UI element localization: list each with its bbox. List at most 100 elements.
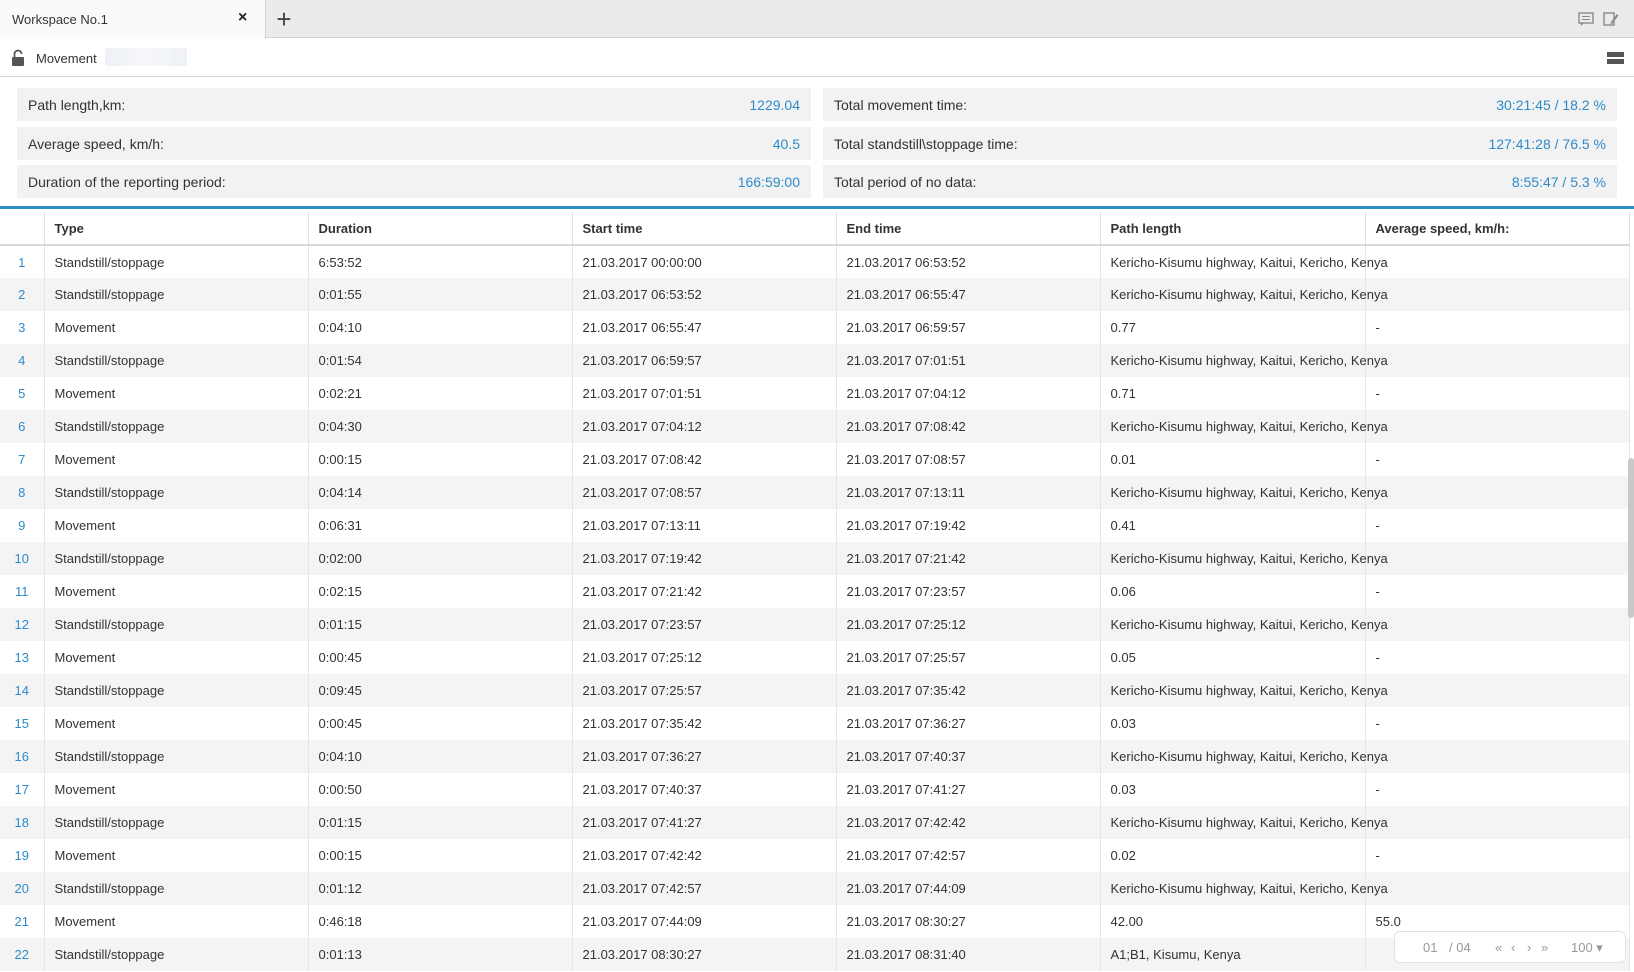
cell-start-time: 21.03.2017 07:08:42 [572, 443, 837, 476]
cell-duration: 0:01:54 [308, 344, 573, 377]
first-page-icon[interactable]: « [1495, 940, 1502, 955]
summary-label: Average speed, km/h: [28, 136, 164, 152]
cell-start-time: 21.03.2017 07:42:42 [572, 839, 837, 872]
row-index: 7 [0, 443, 45, 476]
table-row[interactable]: 7 Movement 0:00:15 21.03.2017 07:08:42 21.03… [0, 443, 1630, 476]
cell-duration: 0:04:10 [308, 740, 573, 773]
cell-path-length: 0.01 [1100, 443, 1366, 476]
cell-path-length: 0.05 [1100, 641, 1366, 674]
cell-start-time: 21.03.2017 07:25:12 [572, 641, 837, 674]
table-row[interactable]: 5 Movement 0:02:21 21.03.2017 07:01:51 21.03… [0, 377, 1630, 410]
column-header-duration[interactable]: Duration [308, 212, 573, 246]
table-row[interactable]: 3 Movement 0:04:10 21.03.2017 06:55:47 21.03… [0, 311, 1630, 344]
summary-label: Total standstill\stoppage time: [834, 136, 1018, 152]
row-index: 17 [0, 773, 45, 806]
unlock-icon[interactable] [11, 49, 25, 67]
vertical-scrollbar[interactable] [1628, 458, 1634, 618]
edit-note-icon[interactable] [1603, 12, 1621, 28]
cell-type: Standstill/stoppage [44, 410, 309, 443]
add-tab-button[interactable]: + [270, 2, 298, 36]
page-size-select[interactable]: 100 ▾ [1571, 940, 1603, 956]
table-row[interactable]: 8 Standstill/stoppage 0:04:14 21.03.2017 07… [0, 476, 1630, 509]
cell-path-length: Kericho-Kisumu highway, Kaitui, Kericho,… [1100, 806, 1388, 839]
cell-duration: 0:00:15 [308, 443, 573, 476]
cell-average-speed [1365, 245, 1630, 278]
cell-duration: 0:00:45 [308, 641, 573, 674]
summary-value: 1229.04 [749, 97, 800, 113]
cell-start-time: 21.03.2017 07:41:27 [572, 806, 837, 839]
table-row[interactable]: 16 Standstill/stoppage 0:04:10 21.03.2017 0… [0, 740, 1630, 773]
cell-path-length: Kericho-Kisumu highway, Kaitui, Kericho,… [1100, 278, 1388, 311]
cell-start-time: 21.03.2017 07:04:12 [572, 410, 837, 443]
cell-duration: 0:06:31 [308, 509, 573, 542]
cell-average-speed: - [1365, 707, 1630, 740]
column-header-path-length[interactable]: Path length [1100, 212, 1366, 246]
messages-icon[interactable] [1578, 12, 1596, 28]
row-index: 21 [0, 905, 45, 938]
cell-duration: 0:01:15 [308, 806, 573, 839]
row-index: 10 [0, 542, 45, 575]
movement-table-container[interactable]: Type Duration Start time End time Path l… [0, 212, 1634, 972]
table-row[interactable]: 9 Movement 0:06:31 21.03.2017 07:13:11 21.03… [0, 509, 1630, 542]
cell-type: Movement [44, 773, 309, 806]
table-row[interactable]: 1 Standstill/stoppage 6:53:52 21.03.2017 00… [0, 245, 1630, 278]
column-header-average-speed[interactable]: Average speed, km/h: [1365, 212, 1630, 246]
cell-start-time: 21.03.2017 07:25:57 [572, 674, 837, 707]
column-header-type[interactable]: Type [44, 212, 309, 246]
summary-label: Duration of the reporting period: [28, 174, 226, 190]
redacted-object-name [105, 48, 187, 66]
menu-icon[interactable] [1607, 52, 1624, 65]
cell-duration: 0:02:00 [308, 542, 573, 575]
last-page-icon[interactable]: » [1541, 940, 1548, 955]
cell-average-speed [1365, 740, 1630, 773]
cell-type: Standstill/stoppage [44, 278, 309, 311]
table-row[interactable]: 22 Standstill/stoppage 0:01:13 21.03.2017 0… [0, 938, 1630, 971]
column-header-start-time[interactable]: Start time [572, 212, 837, 246]
summary-panel: Path length,km: 1229.04 Average speed, k… [0, 78, 1634, 209]
row-index: 1 [0, 245, 45, 278]
cell-duration: 0:02:15 [308, 575, 573, 608]
current-page[interactable]: 01 [1423, 940, 1437, 955]
cell-start-time: 21.03.2017 07:42:57 [572, 872, 837, 905]
column-header-index[interactable] [0, 212, 45, 246]
table-row[interactable]: 12 Standstill/stoppage 0:01:15 21.03.2017 0… [0, 608, 1630, 641]
table-row[interactable]: 21 Movement 0:46:18 21.03.2017 07:44:09 21.0… [0, 905, 1630, 938]
cell-path-length: Kericho-Kisumu highway, Kaitui, Kericho,… [1100, 872, 1388, 905]
cell-type: Movement [44, 443, 309, 476]
cell-duration: 0:46:18 [308, 905, 573, 938]
cell-average-speed [1365, 476, 1630, 509]
table-row[interactable]: 2 Standstill/stoppage 0:01:55 21.03.2017 06… [0, 278, 1630, 311]
table-row[interactable]: 18 Standstill/stoppage 0:01:15 21.03.2017 0… [0, 806, 1630, 839]
cell-average-speed [1365, 278, 1630, 311]
prev-page-icon[interactable]: ‹ [1511, 940, 1515, 955]
cell-end-time: 21.03.2017 08:30:27 [836, 905, 1101, 938]
row-index: 15 [0, 707, 45, 740]
table-row[interactable]: 4 Standstill/stoppage 0:01:54 21.03.2017 06… [0, 344, 1630, 377]
column-header-end-time[interactable]: End time [836, 212, 1101, 246]
cell-average-speed [1365, 608, 1630, 641]
table-row[interactable]: 17 Movement 0:00:50 21.03.2017 07:40:37 21.0… [0, 773, 1630, 806]
next-page-icon[interactable]: › [1527, 940, 1531, 955]
cell-end-time: 21.03.2017 07:25:57 [836, 641, 1101, 674]
cell-duration: 0:04:30 [308, 410, 573, 443]
table-row[interactable]: 10 Standstill/stoppage 0:02:00 21.03.2017 0… [0, 542, 1630, 575]
cell-type: Standstill/stoppage [44, 608, 309, 641]
table-row[interactable]: 11 Movement 0:02:15 21.03.2017 07:21:42 21.0… [0, 575, 1630, 608]
table-row[interactable]: 13 Movement 0:00:45 21.03.2017 07:25:12 21.0… [0, 641, 1630, 674]
cell-path-length: 0.03 [1100, 707, 1366, 740]
table-header-row: Type Duration Start time End time Path l… [0, 212, 1630, 246]
cell-type: Standstill/stoppage [44, 740, 309, 773]
workspace-tab[interactable]: Workspace No.1 × [0, 0, 266, 39]
cell-path-length: Kericho-Kisumu highway, Kaitui, Kericho,… [1100, 542, 1388, 575]
cell-start-time: 21.03.2017 07:35:42 [572, 707, 837, 740]
table-row[interactable]: 19 Movement 0:00:15 21.03.2017 07:42:42 21.0… [0, 839, 1630, 872]
table-row[interactable]: 14 Standstill/stoppage 0:09:45 21.03.2017 0… [0, 674, 1630, 707]
table-row[interactable]: 15 Movement 0:00:45 21.03.2017 07:35:42 21.0… [0, 707, 1630, 740]
table-row[interactable]: 6 Standstill/stoppage 0:04:30 21.03.2017 07… [0, 410, 1630, 443]
table-row[interactable]: 20 Standstill/stoppage 0:01:12 21.03.2017 0… [0, 872, 1630, 905]
close-tab-icon[interactable]: × [238, 9, 247, 27]
cell-average-speed: - [1365, 377, 1630, 410]
cell-start-time: 21.03.2017 07:13:11 [572, 509, 837, 542]
cell-average-speed: - [1365, 311, 1630, 344]
row-index: 6 [0, 410, 45, 443]
